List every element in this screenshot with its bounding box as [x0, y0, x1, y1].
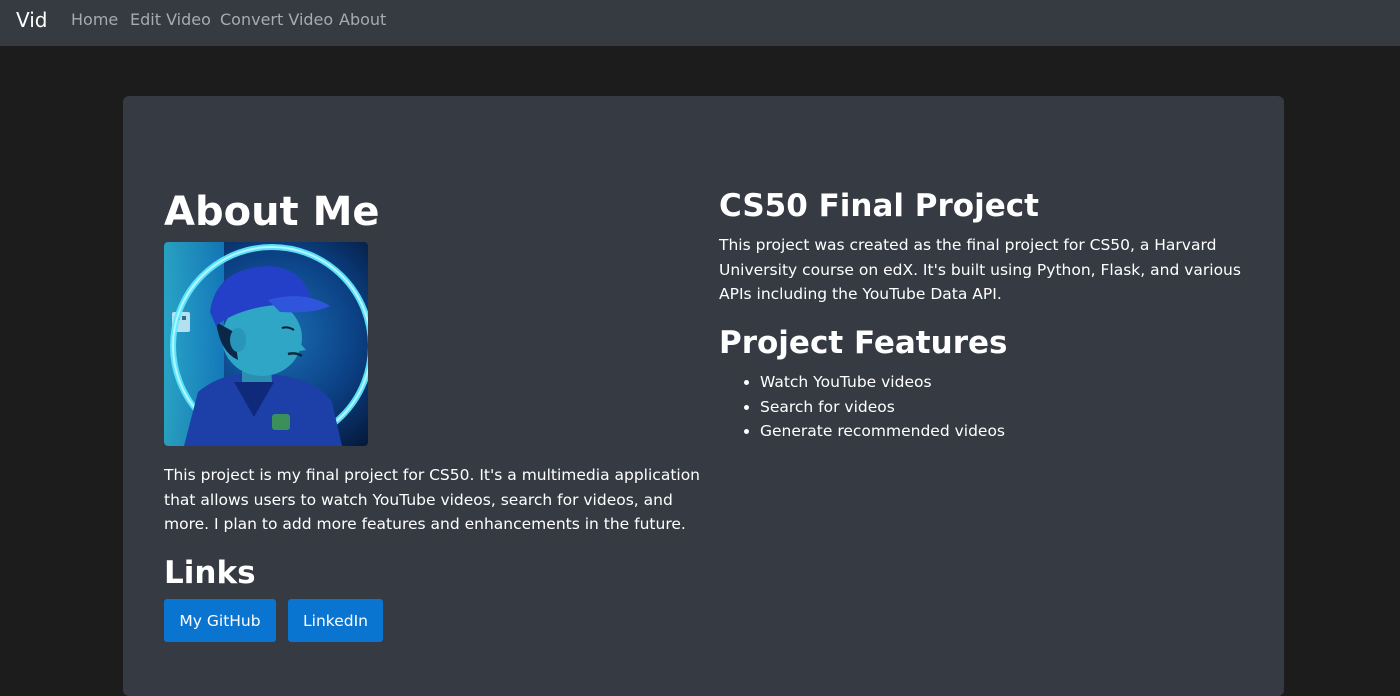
- feature-item-search: Search for videos: [760, 395, 1260, 420]
- about-title: About Me: [164, 189, 380, 235]
- profile-photo-illustration: [164, 242, 368, 446]
- navbar: Vid Home Edit Video Convert Video About: [0, 0, 1400, 46]
- project-title: CS50 Final Project: [719, 188, 1039, 224]
- github-button[interactable]: My GitHub: [164, 599, 276, 642]
- about-description: This project is my final project for CS5…: [164, 466, 701, 533]
- brand-logo[interactable]: Vid: [16, 8, 48, 32]
- feature-item-watch: Watch YouTube videos: [760, 370, 1260, 395]
- nav-link-convert-video[interactable]: Convert Video: [220, 10, 333, 29]
- features-title: Project Features: [719, 325, 1008, 361]
- nav-link-about[interactable]: About: [339, 10, 386, 29]
- linkedin-button[interactable]: LinkedIn: [288, 599, 383, 642]
- features-list: Watch YouTube videos Search for videos G…: [719, 370, 1260, 444]
- nav-link-edit-video[interactable]: Edit Video: [130, 10, 211, 29]
- links-title: Links: [164, 555, 256, 591]
- profile-photo: [164, 242, 368, 446]
- nav-link-home[interactable]: Home: [71, 10, 118, 29]
- project-description: This project was created as the final pr…: [719, 236, 1241, 303]
- feature-item-recommend: Generate recommended videos: [760, 419, 1260, 444]
